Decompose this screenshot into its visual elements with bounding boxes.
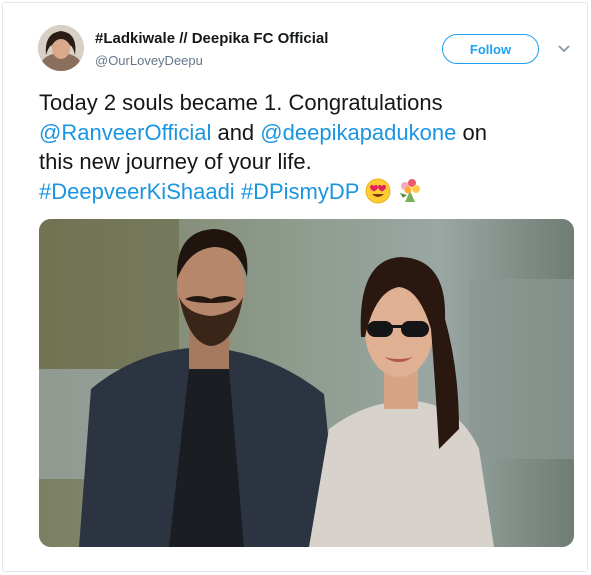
tweet-photo[interactable] xyxy=(39,219,574,547)
tweet-text-line: Today 2 souls became 1. Congratulations xyxy=(39,88,579,118)
mention-link[interactable]: @deepikapadukone xyxy=(260,120,456,145)
user-handle[interactable]: @OurLoveyDeepu xyxy=(95,53,203,68)
tweet-card: #Ladkiwale // Deepika FC Official @OurLo… xyxy=(2,2,588,572)
tweet-text-line: @RanveerOfficial and @deepikapadukone on xyxy=(39,118,579,148)
hashtag-link[interactable]: #DeepveerKiShaadi xyxy=(39,179,235,204)
tweet-text-segment: on xyxy=(462,119,487,145)
bouquet-emoji-icon xyxy=(397,178,423,212)
avatar[interactable] xyxy=(38,25,84,71)
mention-link[interactable]: @RanveerOfficial xyxy=(39,120,211,145)
tweet-text-line: this new journey of your life. xyxy=(39,147,579,177)
heart-eyes-emoji-icon xyxy=(365,178,391,212)
tweet-text-line: #DeepveerKiShaadi #DPismyDP xyxy=(39,177,579,212)
display-name[interactable]: #Ladkiwale // Deepika FC Official xyxy=(95,30,328,47)
tweet-text-segment: this new journey of your life. xyxy=(39,149,312,174)
tweet-text: Today 2 souls became 1. Congratulations … xyxy=(39,88,579,211)
tweet-text-segment: Today 2 souls became 1. Congratulations xyxy=(39,90,443,115)
chevron-down-icon[interactable] xyxy=(556,41,572,57)
hashtag-link[interactable]: #DPismyDP xyxy=(241,179,359,204)
tweet-text-segment: and xyxy=(217,119,255,145)
follow-button[interactable]: Follow xyxy=(442,34,539,64)
